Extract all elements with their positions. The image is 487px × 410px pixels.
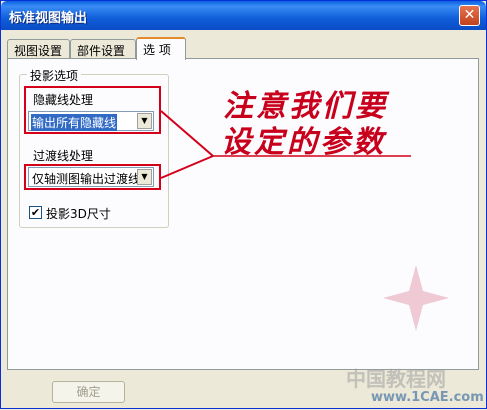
ok-button-label: 确定	[76, 385, 101, 399]
watermark-title: 中国教程网	[346, 367, 446, 391]
watermark-url: www.1CAE.com	[371, 390, 484, 405]
dialog-window: 标准视图输出 ✕ 视图设置 部件设置 选 项 投影选项 隐藏线处理 输出所有隐藏…	[0, 0, 487, 409]
tab-options[interactable]: 选 项	[136, 37, 186, 60]
ok-button[interactable]: 确定	[52, 381, 125, 403]
annotation-line-2: 设定的参数	[221, 125, 386, 160]
watermark-star-icon	[383, 265, 449, 331]
annotation-connector-lines	[160, 110, 411, 179]
